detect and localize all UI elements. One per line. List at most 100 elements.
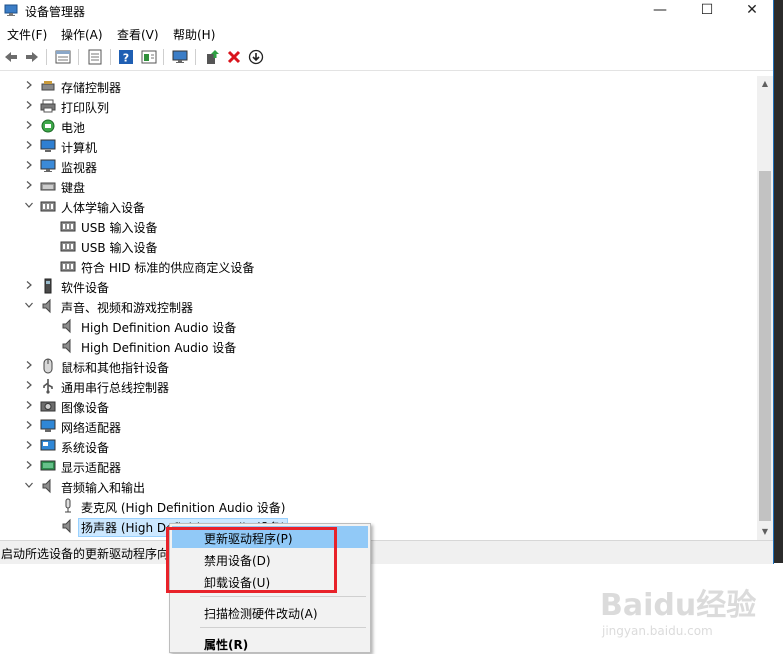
scrollbar-thumb[interactable]: [759, 171, 771, 521]
chevron-right-icon[interactable]: [24, 400, 34, 410]
scan-arrow-icon[interactable]: [248, 49, 264, 65]
red-highlight-box: [166, 527, 337, 593]
storage-controller-icon: [41, 81, 55, 91]
chevron-down-icon[interactable]: [24, 300, 34, 310]
device-category-row[interactable]: 软件设备: [0, 276, 757, 296]
device-row[interactable]: High Definition Audio 设备: [0, 316, 757, 336]
tree-item-label: 麦克风 (High Definition Audio 设备): [81, 501, 286, 515]
chevron-down-icon[interactable]: [24, 200, 34, 210]
tree-item-label: 计算机: [61, 141, 98, 155]
chevron-right-icon[interactable]: [24, 380, 34, 390]
device-category-row[interactable]: 鼠标和其他指针设备: [0, 356, 757, 376]
minimize-button[interactable]: —: [637, 0, 683, 22]
tree-item-label: 打印队列: [61, 101, 110, 115]
device-category-row[interactable]: 存储控制器: [0, 76, 757, 96]
device-list-icon[interactable]: [87, 49, 103, 65]
toolbar-separator: [46, 49, 47, 65]
device-category-row[interactable]: 监视器: [0, 156, 757, 176]
device-row[interactable]: USB 输入设备: [0, 236, 757, 256]
uninstall-x-icon[interactable]: [226, 49, 242, 65]
system-device-icon: [40, 439, 56, 451]
device-category-row[interactable]: 系统设备: [0, 436, 757, 456]
device-row[interactable]: 符合 HID 标准的供应商定义设备: [0, 256, 757, 276]
device-category-row[interactable]: 人体学输入设备: [0, 196, 757, 216]
menu-bar: 文件(F) 操作(A) 查看(V) 帮助(H): [0, 22, 773, 44]
chevron-right-icon[interactable]: [24, 80, 34, 90]
menu-action[interactable]: 操作(A): [61, 26, 103, 43]
tree-item-label: 电池: [61, 121, 86, 135]
scroll-up-arrow-icon[interactable]: ▲: [757, 76, 773, 92]
toolbar-separator: [110, 49, 111, 65]
tree-item-label: 软件设备: [61, 281, 110, 295]
scan-hardware-menu-item[interactable]: 扫描检测硬件改动(A): [172, 601, 368, 623]
device-category-row[interactable]: 图像设备: [0, 396, 757, 416]
device-row[interactable]: USB 输入设备: [0, 216, 757, 236]
hid-icon: [40, 201, 56, 212]
battery-icon: [41, 119, 55, 133]
watermark-text: Baidu经验: [600, 588, 757, 623]
help-icon[interactable]: ?: [118, 49, 134, 65]
device-category-row[interactable]: 计算机: [0, 136, 757, 156]
chevron-right-icon[interactable]: [24, 440, 34, 450]
device-category-row[interactable]: 声音、视频和游戏控制器: [0, 296, 757, 316]
menu-view[interactable]: 查看(V): [117, 26, 159, 43]
title-bar[interactable]: 设备管理器 — ☐ ✕: [0, 0, 773, 22]
svg-text:?: ?: [123, 52, 129, 65]
device-category-row[interactable]: 通用串行总线控制器: [0, 376, 757, 396]
chevron-right-icon[interactable]: [24, 120, 34, 130]
tree-item-label: 存储控制器: [61, 81, 122, 95]
update-driver-icon[interactable]: [204, 49, 220, 65]
device-row[interactable]: 扬声器 (High Definition Audio 设备): [0, 516, 757, 537]
chevron-down-icon[interactable]: [24, 480, 34, 490]
device-row[interactable]: High Definition Audio 设备: [0, 336, 757, 356]
printer-icon: [40, 99, 56, 113]
network-adapter-icon: [40, 419, 56, 432]
device-category-row[interactable]: 键盘: [0, 176, 757, 196]
device-row[interactable]: 麦克风 (High Definition Audio 设备): [0, 496, 757, 516]
tree-item-label: USB 输入设备: [81, 221, 158, 235]
menu-file[interactable]: 文件(F): [7, 26, 47, 43]
tree-item-label: 网络适配器: [61, 421, 122, 435]
tree-item-label: 显示适配器: [61, 461, 122, 475]
maximize-button[interactable]: ☐: [684, 0, 730, 22]
chevron-right-icon[interactable]: [24, 160, 34, 170]
toolbar-separator: [195, 49, 196, 65]
computer-icon: [40, 139, 56, 152]
scroll-down-arrow-icon[interactable]: ▼: [757, 524, 773, 540]
toolbar-separator: [78, 49, 79, 65]
tree-item-label: 系统设备: [61, 441, 110, 455]
device-category-row[interactable]: 网络适配器: [0, 416, 757, 436]
chevron-right-icon[interactable]: [24, 460, 34, 470]
device-category-row[interactable]: 显示适配器: [0, 456, 757, 476]
properties-grid-icon[interactable]: [55, 49, 71, 65]
status-text: 启动所选设备的更新驱动程序向导。: [1, 547, 194, 561]
tree-item-label: USB 输入设备: [81, 241, 158, 255]
tree-item-label: 监视器: [61, 161, 98, 175]
chevron-right-icon[interactable]: [24, 420, 34, 430]
menu-separator: [200, 596, 366, 597]
forward-arrow-icon[interactable]: [24, 49, 40, 65]
device-category-row[interactable]: 音频输入和输出: [0, 476, 757, 496]
tree-item-label: 声音、视频和游戏控制器: [61, 301, 194, 315]
chevron-right-icon[interactable]: [24, 180, 34, 190]
close-button[interactable]: ✕: [729, 0, 775, 22]
vertical-scrollbar[interactable]: ▲ ▼: [757, 76, 773, 540]
chevron-right-icon[interactable]: [24, 140, 34, 150]
toolbar: ?: [0, 44, 773, 71]
hid-icon: [60, 241, 76, 252]
watermark: Baidu经验 jingyan.baidu.com: [600, 580, 760, 646]
background-window-edge: [774, 0, 783, 563]
monitor-icon[interactable]: [172, 49, 188, 65]
tree-item-label: 通用串行总线控制器: [61, 381, 170, 395]
menu-help[interactable]: 帮助(H): [173, 26, 215, 43]
device-tree[interactable]: 存储控制器打印队列电池计算机监视器 键盘 人体学输入设备 USB 输入设备 USB 输入…: [0, 76, 757, 540]
device-manager-app-icon: [4, 4, 18, 16]
menu-separator: [200, 627, 366, 628]
device-category-row[interactable]: 电池: [0, 116, 757, 136]
device-category-row[interactable]: 打印队列: [0, 96, 757, 116]
chevron-right-icon[interactable]: [24, 100, 34, 110]
chevron-right-icon[interactable]: [24, 280, 34, 290]
panel-icon[interactable]: [141, 49, 157, 65]
back-arrow-icon[interactable]: [3, 49, 19, 65]
chevron-right-icon[interactable]: [24, 360, 34, 370]
